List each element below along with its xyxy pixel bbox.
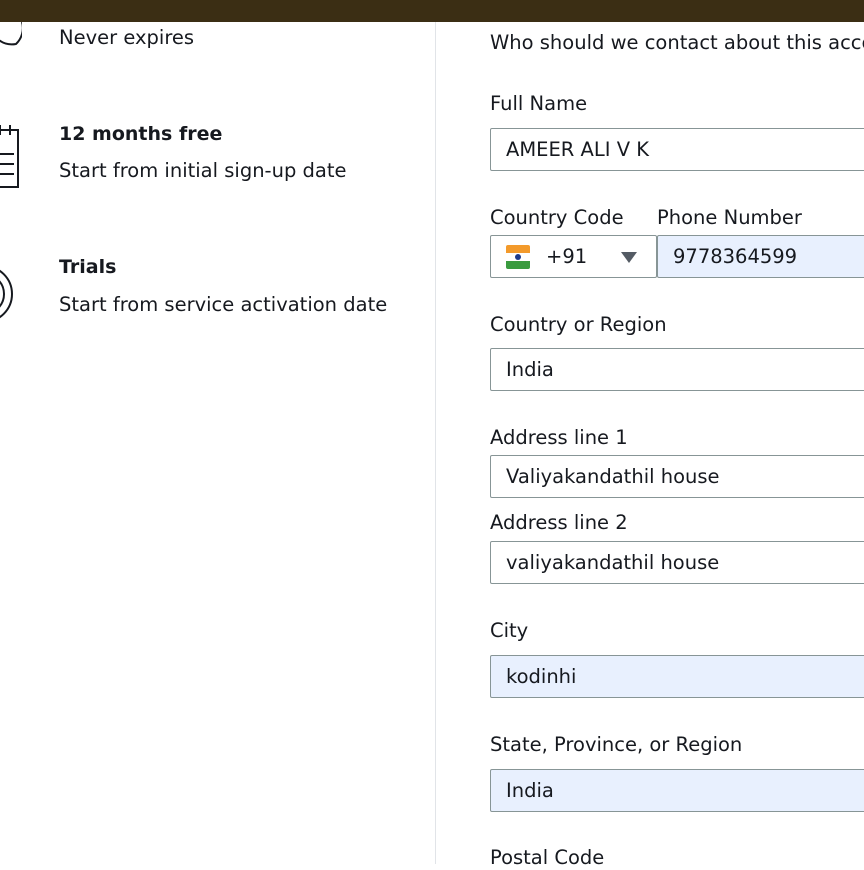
- address-line-2-label: Address line 2: [490, 511, 628, 534]
- contact-question: Who should we contact about this accou: [490, 31, 864, 54]
- target-icon: [0, 269, 13, 319]
- browser-top-bar: [0, 0, 864, 22]
- city-field[interactable]: kodinhi: [490, 655, 864, 698]
- city-label: City: [490, 619, 529, 642]
- country-code-value: +91: [546, 245, 588, 268]
- tier-subtitle-always-free: Never expires: [59, 26, 195, 49]
- address-line-1-field[interactable]: Valiyakandathil house: [490, 455, 864, 498]
- tier-subtitle-12-months: Start from initial sign-up date: [59, 159, 347, 182]
- full-name-field[interactable]: AMEER ALI V K: [490, 128, 864, 171]
- country-region-select[interactable]: India: [490, 348, 864, 391]
- clock-icon: [0, 22, 22, 46]
- state-field[interactable]: India: [490, 769, 864, 812]
- chevron-down-icon: [621, 252, 637, 263]
- address-line-1-label: Address line 1: [490, 426, 628, 449]
- state-label: State, Province, or Region: [490, 733, 743, 756]
- country-region-label: Country or Region: [490, 313, 667, 336]
- postal-code-label: Postal Code: [490, 846, 605, 869]
- phone-number-label: Phone Number: [657, 206, 802, 229]
- calendar-icon: [0, 125, 19, 188]
- india-flag-icon: [506, 244, 530, 269]
- address-line-2-field[interactable]: valiyakandathil house: [490, 541, 864, 584]
- tier-subtitle-trials: Start from service activation date: [59, 293, 388, 316]
- column-divider: [435, 22, 436, 864]
- phone-number-field[interactable]: 9778364599: [657, 235, 864, 278]
- country-code-select[interactable]: +91: [490, 235, 657, 278]
- tier-title-12-months: 12 months free: [59, 123, 223, 145]
- tier-title-trials: Trials: [59, 256, 117, 278]
- country-code-label: Country Code: [490, 206, 624, 229]
- full-name-label: Full Name: [490, 92, 588, 115]
